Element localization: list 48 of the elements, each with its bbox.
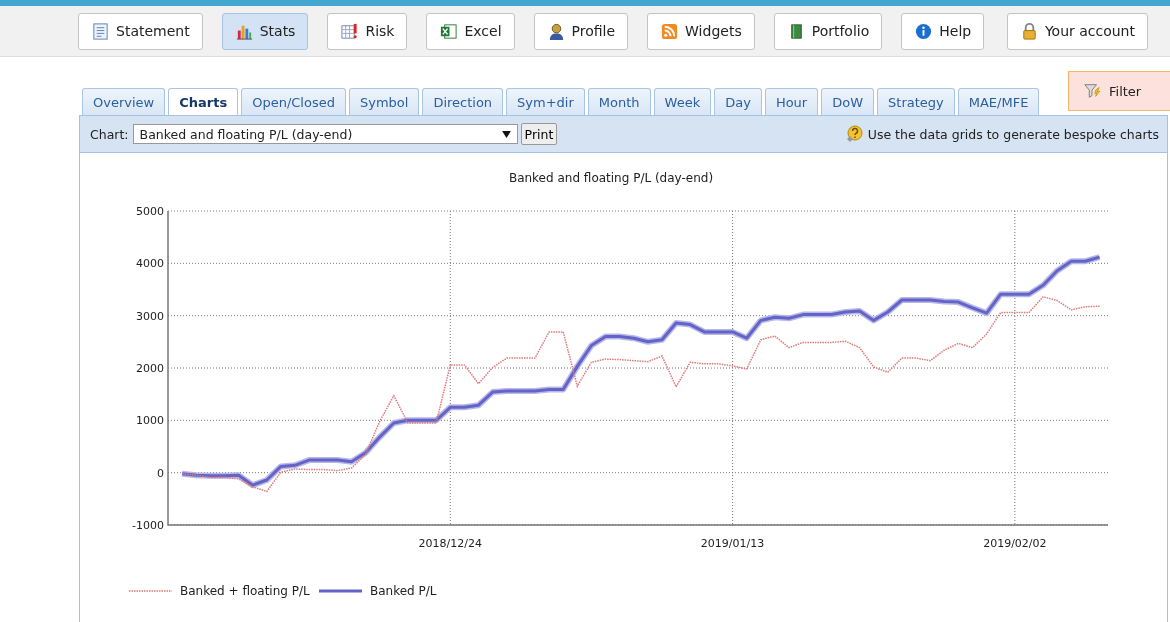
tab[interactable]: Week [653, 88, 712, 115]
tab[interactable]: Day [714, 88, 762, 115]
tab[interactable]: Direction [422, 88, 504, 115]
legend-swatch [319, 589, 362, 593]
hint-text: Use the data grids to generate bespoke charts [867, 126, 1159, 142]
table-warning-icon [340, 21, 360, 41]
x-tick-label: 2018/12/24 [418, 537, 482, 550]
tab[interactable]: Overview [82, 88, 166, 115]
toolbar-button[interactable]: Statement [78, 12, 203, 50]
legend-label: Banked + floating P/L [180, 584, 310, 598]
caret-icon [501, 130, 511, 138]
print-button[interactable]: Print [520, 123, 558, 145]
toolbar-button[interactable]: Profile [533, 12, 629, 50]
y-tick-label: 5000 [136, 205, 164, 218]
toolbar-button[interactable]: Your account [1006, 12, 1148, 50]
x-tick-label: 2019/01/13 [700, 537, 765, 550]
y-tick-label: 1000 [136, 414, 164, 428]
chart-label: Chart: [90, 126, 129, 142]
toolbar-button[interactable]: Excel [426, 12, 515, 50]
y-tick-label: -1000 [132, 519, 164, 532]
y-tick-label: 2000 [136, 362, 164, 375]
tab[interactable]: Charts [168, 88, 239, 115]
tab[interactable]: Strategy [877, 88, 955, 115]
filter-button[interactable]: Filter [1068, 71, 1170, 111]
toolbar-button[interactable]: Help [901, 12, 985, 50]
x-tick-label: 2019/02/02 [983, 537, 1047, 550]
y-tick-label: 4000 [136, 257, 164, 271]
legend-label: Banked P/L [370, 584, 437, 598]
tab[interactable]: MAE/MFE [957, 88, 1040, 115]
toolbar-button[interactable]: Portfolio [773, 12, 883, 50]
toolbar-button[interactable]: Risk [327, 12, 408, 50]
rss-icon [660, 21, 680, 41]
y-tick-label: 3000 [136, 309, 164, 323]
tab[interactable]: Open/Closed [241, 88, 346, 115]
tab[interactable]: Month [587, 88, 651, 115]
chart-select[interactable]: Banked and floating P/L (day-end) [132, 124, 518, 144]
y-tick-label: 0 [157, 466, 164, 480]
toolbar-button[interactable]: Stats [221, 12, 309, 50]
tab[interactable]: Symbol [348, 88, 420, 115]
tab[interactable]: Hour [764, 88, 819, 115]
funnel-icon [1083, 82, 1101, 100]
chart-title: Banked and floating P/L (day-end) [508, 171, 714, 185]
document-icon [91, 21, 110, 41]
toolbar-button[interactable]: Widgets [647, 12, 755, 50]
info-icon [914, 21, 934, 41]
tab[interactable]: Sym+dir [506, 88, 585, 115]
spreadsheet-icon [439, 21, 459, 41]
tab[interactable]: DoW [821, 88, 875, 115]
